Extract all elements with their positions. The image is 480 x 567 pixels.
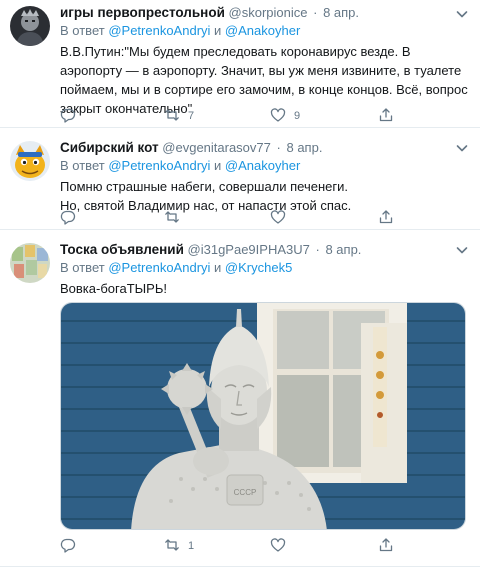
tweet-date[interactable]: 8 апр. — [325, 242, 361, 257]
reply-prefix: В ответ — [60, 23, 105, 38]
separator-dot: · — [276, 140, 281, 155]
retweet-button[interactable] — [164, 208, 180, 228]
chevron-down-icon[interactable] — [454, 242, 470, 258]
avatar[interactable] — [10, 141, 50, 181]
tweet-actions — [60, 208, 450, 228]
reply-button[interactable] — [60, 106, 76, 126]
tweet-text-line: Помню страшные набеги, совершали печенег… — [60, 179, 349, 194]
tweet[interactable]: игры первопрестольной @skorpionice · 8 а… — [0, 0, 480, 128]
tweet-header: игры первопрестольной @skorpionice · 8 а… — [60, 4, 470, 22]
user-handle[interactable]: @i31gPae9IPHA3U7 — [188, 242, 310, 257]
tweet-date[interactable]: 8 апр. — [286, 140, 322, 155]
tweet-actions: 7 9 — [60, 106, 450, 126]
reply-prefix: В ответ — [60, 260, 105, 275]
reply-context: В ответ @PetrenkoAndryi и @Anakoyher — [60, 22, 470, 40]
user-name[interactable]: игры первопрестольной — [60, 5, 225, 20]
retweet-icon — [164, 209, 180, 228]
mention-link[interactable]: @PetrenkoAndryi — [108, 158, 210, 173]
retweet-button[interactable]: 1 — [164, 536, 194, 556]
reply-icon — [60, 537, 76, 556]
mention-link[interactable]: @PetrenkoAndryi — [108, 260, 210, 275]
user-name[interactable]: Сибирский кот — [60, 140, 159, 155]
tweet-header: Сибирский кот @evgenitarasov77 · 8 апр. — [60, 139, 470, 157]
share-icon — [378, 209, 394, 228]
tweet-body: Тоска объявлений @i31gPae9IPHA3U7 · 8 ап… — [60, 241, 470, 298]
share-button[interactable] — [378, 208, 394, 228]
reply-conjunction: и — [214, 158, 222, 173]
reply-conjunction: и — [214, 260, 222, 275]
chevron-down-icon[interactable] — [454, 6, 470, 22]
like-button[interactable]: 9 — [270, 106, 300, 126]
like-icon — [270, 209, 286, 228]
share-icon — [378, 107, 394, 126]
svg-text:СССР: СССР — [234, 488, 257, 497]
reply-conjunction: и — [214, 23, 222, 38]
retweet-icon — [164, 107, 180, 126]
reply-context: В ответ @PetrenkoAndryi и @Anakoyher — [60, 157, 470, 175]
reply-context: В ответ @PetrenkoAndryi и @Krychek5 — [60, 259, 470, 277]
tweet-photo[interactable]: СССР — [60, 302, 466, 530]
like-button[interactable] — [270, 208, 286, 228]
reply-button[interactable] — [60, 208, 76, 228]
avatar[interactable] — [10, 243, 50, 283]
separator-dot: · — [313, 5, 318, 20]
mention-link[interactable]: @Anakoyher — [225, 23, 300, 38]
tweet[interactable]: Тоска объявлений @i31gPae9IPHA3U7 · 8 ап… — [0, 230, 480, 567]
tweet-date[interactable]: 8 апр. — [323, 5, 359, 20]
user-handle[interactable]: @skorpionice — [229, 5, 308, 20]
tweet-text: Вовка-богаТЫРЬ! — [60, 281, 167, 296]
tweet-body: Сибирский кот @evgenitarasov77 · 8 апр. … — [60, 139, 470, 215]
like-icon — [270, 107, 286, 126]
avatar[interactable] — [10, 6, 50, 46]
tweet[interactable]: Сибирский кот @evgenitarasov77 · 8 апр. … — [0, 128, 480, 230]
retweet-icon — [164, 537, 180, 556]
tweet-header: Тоска объявлений @i31gPae9IPHA3U7 · 8 ап… — [60, 241, 470, 259]
user-handle[interactable]: @evgenitarasov77 — [162, 140, 271, 155]
chevron-down-icon[interactable] — [454, 140, 470, 156]
share-icon — [378, 537, 394, 556]
user-name[interactable]: Тоска объявлений — [60, 242, 184, 257]
mention-link[interactable]: @PetrenkoAndryi — [108, 23, 210, 38]
mention-link[interactable]: @Anakoyher — [225, 158, 300, 173]
share-button[interactable] — [378, 106, 394, 126]
tweet-body: игры первопрестольной @skorpionice · 8 а… — [60, 4, 470, 118]
retweet-button[interactable]: 7 — [164, 106, 194, 126]
retweet-count: 1 — [188, 540, 195, 552]
like-count: 9 — [294, 110, 301, 122]
separator-dot: · — [315, 242, 320, 257]
reply-icon — [60, 209, 76, 228]
share-button[interactable] — [378, 536, 394, 556]
reply-button[interactable] — [60, 536, 76, 556]
reply-icon — [60, 107, 76, 126]
mention-link[interactable]: @Krychek5 — [225, 260, 292, 275]
timeline: игры первопрестольной @skorpionice · 8 а… — [0, 0, 480, 567]
reply-prefix: В ответ — [60, 158, 105, 173]
like-icon — [270, 537, 286, 556]
tweet-actions: 1 — [60, 536, 450, 556]
retweet-count: 7 — [188, 110, 195, 122]
like-button[interactable] — [270, 536, 286, 556]
